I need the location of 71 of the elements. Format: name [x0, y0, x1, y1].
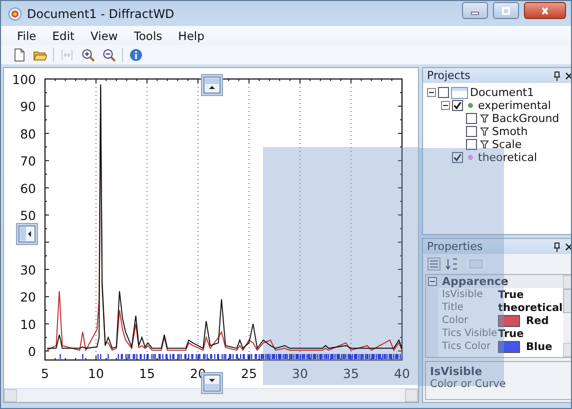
panel-title: Projects	[427, 69, 470, 82]
checkbox[interactable]	[452, 100, 463, 111]
checkbox[interactable]	[466, 113, 477, 124]
zoom-out-icon[interactable]	[101, 46, 117, 62]
x-tick-label: 5	[41, 366, 49, 381]
y-tick-label: 0	[28, 344, 36, 360]
close-icon[interactable]	[564, 70, 571, 80]
description-text: Color or Curve	[430, 378, 507, 390]
tree-item[interactable]: BackGround	[492, 112, 560, 125]
x-tick-label: 30	[292, 366, 308, 381]
property-value[interactable]: Red	[526, 314, 549, 326]
x-tick-label: 40	[394, 366, 410, 381]
menu-item[interactable]: Help	[170, 28, 212, 42]
property-name: Color	[442, 315, 470, 326]
property-value[interactable]: Blue	[526, 340, 552, 352]
property-name: Tics Color	[442, 341, 492, 352]
collapse-icon[interactable]	[427, 88, 436, 97]
info-icon[interactable]	[128, 46, 144, 62]
property-name: IsVisible	[442, 289, 484, 300]
categorized-icon[interactable]	[427, 257, 441, 271]
horizontal-scrollbar[interactable]	[4, 388, 418, 402]
y-tick-label: 70	[20, 154, 36, 169]
property-value[interactable]: True	[498, 288, 524, 300]
maximize-icon	[500, 6, 512, 16]
property-value[interactable]: True	[498, 328, 524, 340]
tree-item[interactable]: Scale	[492, 138, 522, 151]
tree-item[interactable]: theoretical	[478, 151, 538, 164]
dock-left-guide[interactable]	[16, 223, 38, 245]
y-tick-label: 100	[12, 72, 36, 87]
panel-title: Properties	[427, 240, 483, 253]
tree-item[interactable]: Document1	[470, 86, 534, 99]
y-tick-label: 50	[20, 208, 36, 223]
close-icon	[539, 6, 551, 16]
x-tick-label: 10	[88, 366, 104, 381]
minimize-button[interactable]	[462, 2, 488, 19]
category-label: Apparence	[442, 275, 508, 288]
x-tick-label: 25	[241, 366, 257, 381]
document-icon	[451, 86, 468, 98]
property-name: Title	[442, 302, 464, 313]
sort-icon[interactable]	[445, 257, 459, 271]
y-tick-label: 60	[20, 180, 36, 196]
menu-item[interactable]: Edit	[44, 28, 83, 42]
close-icon[interactable]	[564, 242, 571, 252]
y-tick-label: 30	[20, 262, 36, 278]
tree-item[interactable]: experimental	[478, 99, 551, 112]
property-value[interactable]: theoretical	[498, 302, 563, 314]
y-tick-label: 80	[20, 126, 36, 142]
close-button[interactable]	[524, 2, 566, 19]
maximize-button[interactable]	[493, 2, 519, 19]
x-tick-label: 35	[343, 366, 359, 381]
menu-item[interactable]: View	[82, 28, 126, 42]
checkbox[interactable]	[466, 139, 477, 150]
x-tick-label: 15	[139, 366, 155, 381]
menu-item[interactable]: File	[9, 28, 44, 42]
tree-item[interactable]: Smoth	[492, 125, 528, 138]
property-name: Tics Visible	[442, 328, 498, 339]
pin-icon[interactable]	[552, 242, 561, 252]
menu-item[interactable]: Tools	[126, 28, 170, 42]
checkbox[interactable]	[452, 152, 463, 163]
y-tick-label: 20	[20, 290, 36, 305]
y-tick-label: 90	[20, 99, 36, 114]
collapse-icon[interactable]	[441, 101, 450, 110]
dock-top-guide[interactable]	[201, 74, 223, 96]
zoom-in-icon[interactable]	[80, 46, 96, 62]
checkbox[interactable]	[438, 87, 449, 98]
description-title: IsVisible	[430, 365, 484, 378]
pin-icon[interactable]	[552, 70, 561, 80]
checkbox[interactable]	[466, 126, 477, 137]
window-title: Document1 - DiffractWD	[27, 6, 174, 20]
y-tick-label: 10	[20, 316, 36, 332]
app-icon	[8, 6, 22, 20]
